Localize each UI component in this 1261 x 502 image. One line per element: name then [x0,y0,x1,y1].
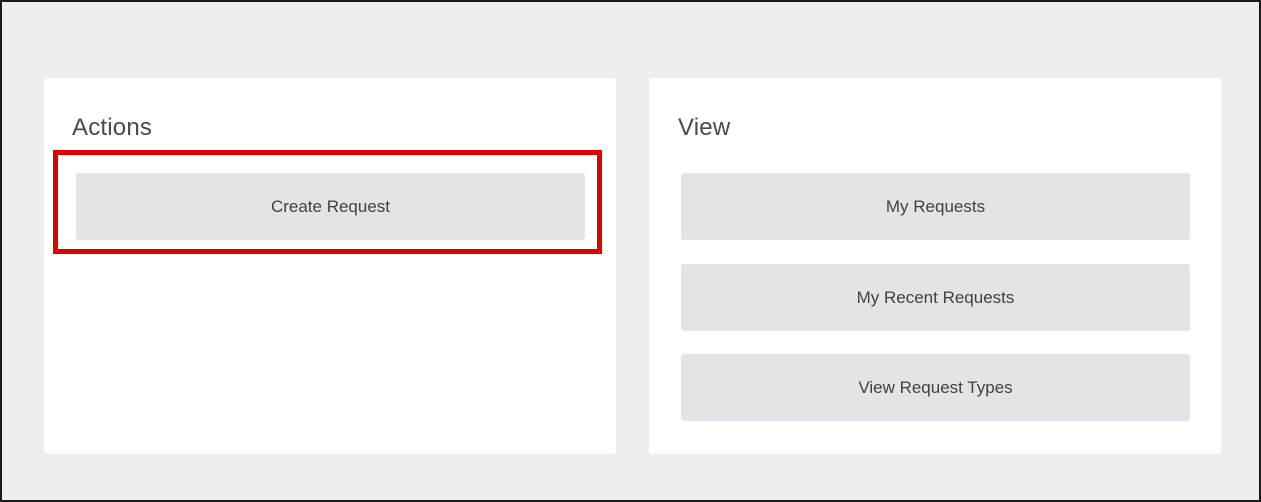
view-request-types-button[interactable]: View Request Types [681,354,1190,421]
actions-card: Actions Create Request [44,78,616,454]
view-title: View [678,114,731,141]
create-request-button[interactable]: Create Request [76,173,585,240]
view-card: View My Requests My Recent Requests View… [649,78,1221,454]
my-recent-requests-button[interactable]: My Recent Requests [681,264,1190,331]
page-frame: Actions Create Request View My Requests … [0,0,1261,502]
my-requests-button[interactable]: My Requests [681,173,1190,240]
actions-title: Actions [72,114,153,141]
